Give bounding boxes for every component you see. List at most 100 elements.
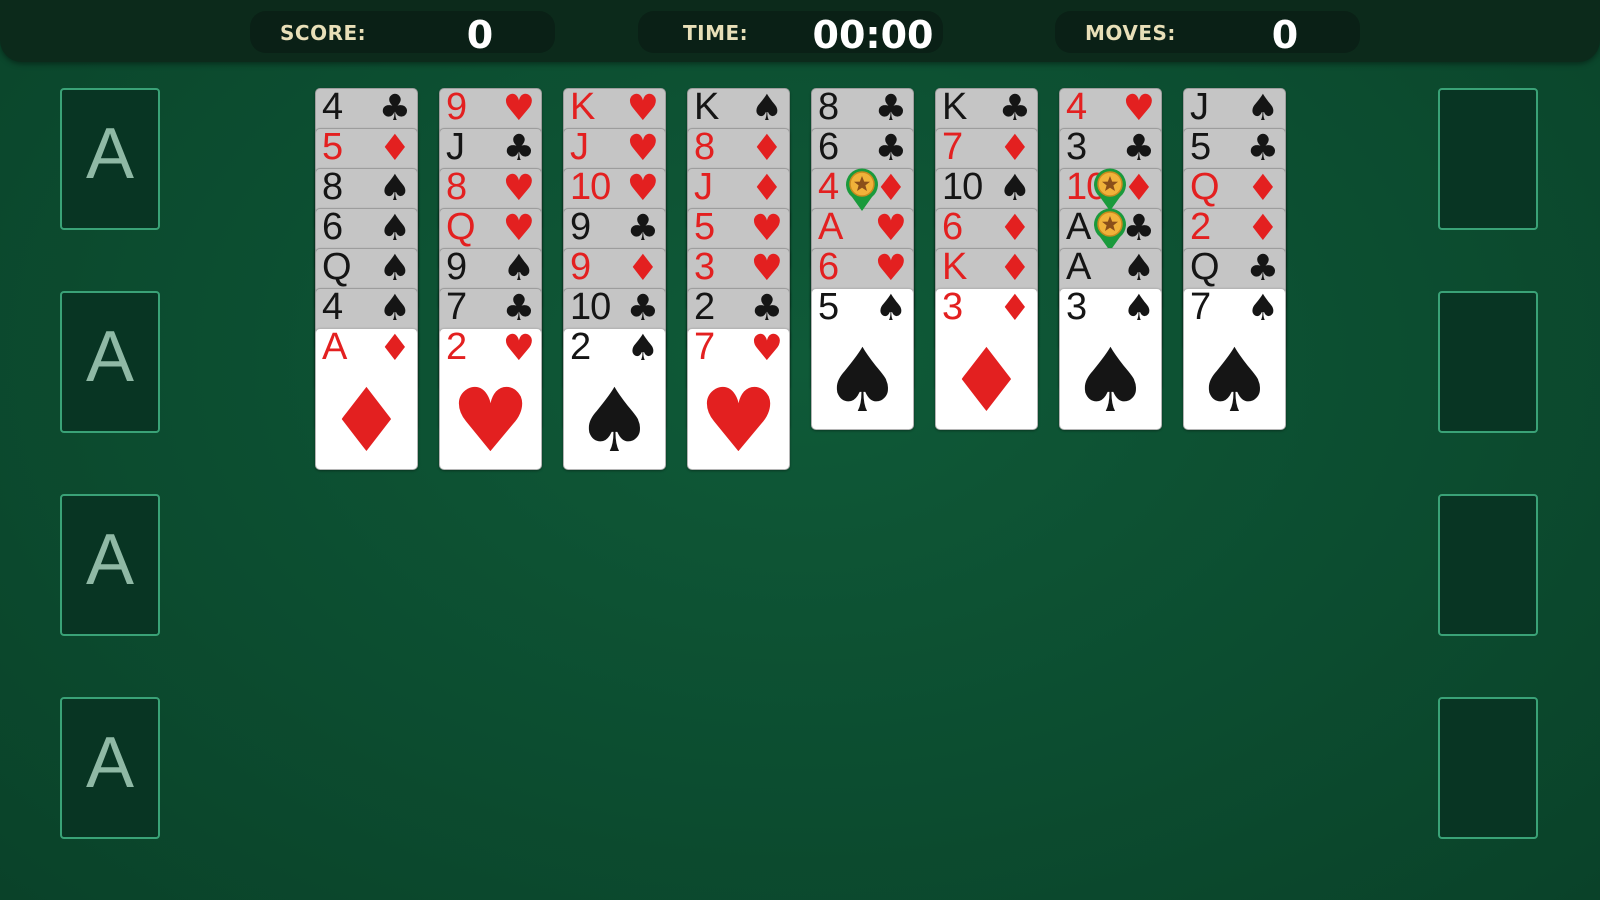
card-suit: ♥ bbox=[626, 168, 659, 209]
card-suit: ♥ bbox=[502, 328, 535, 369]
card-rank: 6 bbox=[942, 206, 963, 248]
card-rank: 5 bbox=[818, 286, 839, 328]
foundation-slot-3[interactable]: A bbox=[60, 494, 160, 636]
free-cell-3[interactable] bbox=[1438, 494, 1538, 636]
card-rank: Q bbox=[1190, 166, 1220, 208]
free-cell-4[interactable] bbox=[1438, 697, 1538, 839]
card-rank: J bbox=[1190, 86, 1209, 128]
tableau-column-3[interactable]: K ♥ J ♥ 10 ♥ 9 ♣ 9 ♦ 10 ♣ 2 ♠ ♠ bbox=[563, 86, 666, 488]
card-suit: ♠ bbox=[502, 248, 535, 289]
card-rank: Q bbox=[446, 206, 476, 248]
card-suit: ♦ bbox=[998, 208, 1031, 249]
moves-label: MOVES: bbox=[1085, 21, 1176, 45]
tableau-column-7[interactable]: 4 ♥ 3 ♣ 10 ♦ A ♣ A ♠ 3 ♠ ♠ bbox=[1059, 86, 1162, 488]
card-rank: 2 bbox=[694, 286, 715, 328]
card[interactable]: A ♦ ♦ bbox=[315, 326, 418, 470]
card-rank: 6 bbox=[818, 126, 839, 168]
card[interactable]: 7 ♥ ♥ bbox=[687, 326, 790, 470]
card-suit-large: ♠ bbox=[823, 329, 902, 432]
tableau-column-2[interactable]: 9 ♥ J ♣ 8 ♥ Q ♥ 9 ♠ 7 ♣ 2 ♥ ♥ bbox=[439, 86, 542, 488]
card[interactable]: 7 ♠ ♠ bbox=[1183, 286, 1286, 430]
score-value: 0 bbox=[466, 13, 494, 57]
card-rank: 4 bbox=[322, 86, 343, 128]
card-suit-large: ♥ bbox=[451, 369, 530, 472]
card-suit: ♣ bbox=[1246, 128, 1279, 169]
card-suit: ♦ bbox=[1246, 208, 1279, 249]
card-rank: 7 bbox=[446, 286, 467, 328]
card-suit: ♥ bbox=[874, 208, 907, 249]
card[interactable]: 2 ♠ ♠ bbox=[563, 326, 666, 472]
card-rank: 8 bbox=[694, 126, 715, 168]
card-suit: ♥ bbox=[626, 88, 659, 129]
foundation-slot-4[interactable]: A bbox=[60, 697, 160, 839]
hint-star-icon[interactable] bbox=[844, 166, 880, 212]
tableau-column-1[interactable]: 4 ♣ 5 ♦ 8 ♠ 6 ♠ Q ♠ 4 ♠ A ♦ ♦ bbox=[315, 86, 418, 488]
card-suit: ♣ bbox=[626, 208, 659, 249]
foundation-slot-1[interactable]: A bbox=[60, 88, 160, 230]
free-cell-1[interactable] bbox=[1438, 88, 1538, 230]
card-suit: ♦ bbox=[378, 328, 411, 369]
tableau-column-4[interactable]: K ♠ 8 ♦ J ♦ 5 ♥ 3 ♥ 2 ♣ 7 ♥ ♥ bbox=[687, 86, 790, 488]
card-suit: ♣ bbox=[502, 128, 535, 169]
card-rank: 6 bbox=[322, 206, 343, 248]
foundation-label: A bbox=[85, 317, 135, 397]
card-rank: 7 bbox=[1190, 286, 1211, 328]
card-suit: ♣ bbox=[750, 288, 783, 329]
card-rank: 3 bbox=[942, 286, 963, 328]
card-rank: 8 bbox=[322, 166, 343, 208]
card[interactable]: 2 ♥ ♥ bbox=[439, 326, 542, 472]
card-rank: J bbox=[570, 126, 589, 168]
card-suit: ♣ bbox=[626, 288, 659, 329]
card-rank: 2 bbox=[446, 326, 467, 368]
card[interactable]: 3 ♦ ♦ bbox=[935, 286, 1038, 432]
card-rank: 5 bbox=[322, 126, 343, 168]
card-suit: ♣ bbox=[874, 128, 907, 169]
card-rank: 6 bbox=[818, 246, 839, 288]
card-suit-large: ♦ bbox=[947, 329, 1026, 432]
tableau-column-8[interactable]: J ♠ 5 ♣ Q ♦ 2 ♦ Q ♣ 7 ♠ ♠ bbox=[1183, 86, 1286, 488]
card-rank: 8 bbox=[446, 166, 467, 208]
card-suit: ♦ bbox=[998, 288, 1031, 329]
score-label: SCORE: bbox=[280, 21, 367, 45]
card-rank: A bbox=[1066, 246, 1091, 288]
card-suit: ♥ bbox=[874, 248, 907, 289]
card-rank: 10 bbox=[570, 166, 611, 208]
hint-star-icon[interactable] bbox=[1092, 206, 1128, 252]
card-suit: ♠ bbox=[1246, 88, 1279, 129]
score-panel: SCORE: 0 bbox=[250, 11, 555, 57]
card-suit: ♠ bbox=[1122, 248, 1155, 289]
time-panel: TIME: 00:00 bbox=[638, 11, 943, 57]
card-suit-large: ♠ bbox=[575, 369, 654, 472]
tableau-column-5[interactable]: 8 ♣ 6 ♣ 4 ♦ A ♥ 6 ♥ 5 ♠ ♠ bbox=[811, 86, 914, 488]
card-rank: 4 bbox=[322, 286, 343, 328]
card-suit: ♦ bbox=[750, 128, 783, 169]
card-rank: A bbox=[1066, 206, 1091, 248]
card-rank: 5 bbox=[1190, 126, 1211, 168]
card-rank: J bbox=[446, 126, 465, 168]
card-suit: ♦ bbox=[378, 128, 411, 169]
card[interactable]: 5 ♠ ♠ bbox=[811, 286, 914, 432]
card-suit: ♠ bbox=[1122, 288, 1155, 329]
foundation-label: A bbox=[85, 114, 135, 194]
card-suit: ♥ bbox=[750, 208, 783, 249]
card-suit: ♣ bbox=[874, 88, 907, 129]
foundation-slot-2[interactable]: A bbox=[60, 291, 160, 433]
tableau-column-6[interactable]: K ♣ 7 ♦ 10 ♠ 6 ♦ K ♦ 3 ♦ ♦ bbox=[935, 86, 1038, 488]
card-rank: 3 bbox=[694, 246, 715, 288]
card-rank: K bbox=[694, 86, 719, 128]
moves-value: 0 bbox=[1271, 13, 1299, 57]
card-suit: ♦ bbox=[998, 128, 1031, 169]
card-suit-large: ♠ bbox=[1071, 329, 1150, 432]
free-cell-2[interactable] bbox=[1438, 291, 1538, 433]
card-rank: 4 bbox=[1066, 86, 1087, 128]
card[interactable]: 3 ♠ ♠ bbox=[1059, 286, 1162, 432]
card-suit: ♥ bbox=[750, 328, 783, 369]
card-rank: J bbox=[694, 166, 713, 208]
card-suit: ♦ bbox=[750, 168, 783, 209]
card-rank: 9 bbox=[446, 246, 467, 288]
card-rank: K bbox=[942, 246, 967, 288]
card-suit: ♣ bbox=[1122, 128, 1155, 169]
card-suit: ♠ bbox=[1246, 288, 1279, 329]
foundation-label: A bbox=[85, 723, 135, 803]
card-rank: Q bbox=[1190, 246, 1220, 288]
